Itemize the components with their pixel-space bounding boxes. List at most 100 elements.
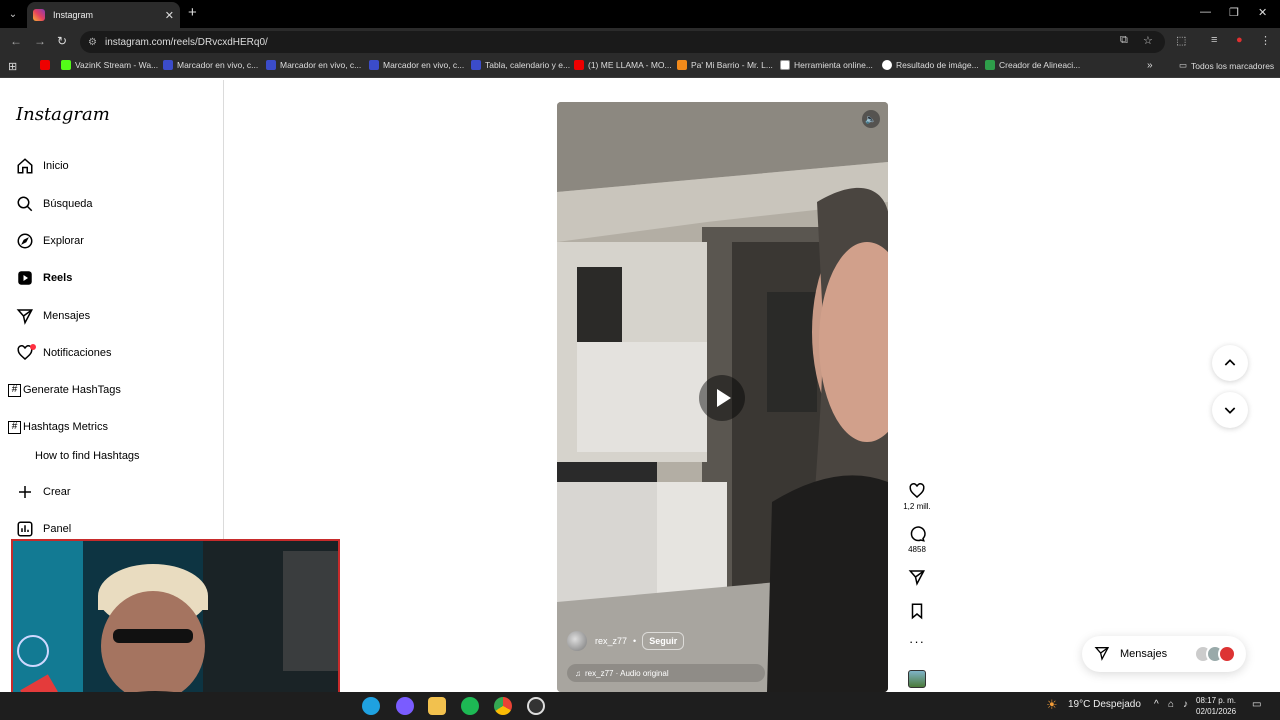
bookmark-7[interactable]: Pa' Mi Barrio - Mr. L...: [677, 60, 773, 70]
tray-chevron-icon[interactable]: ^: [1154, 699, 1159, 710]
sidebar-item-label: Búsqueda: [43, 198, 93, 210]
apps-grid-icon[interactable]: ⊞: [8, 60, 17, 73]
score-site-icon: [471, 60, 481, 70]
bookmark-5[interactable]: Tabla, calendario y e...: [471, 60, 570, 70]
hashtags-metrics-item[interactable]: # Hashtags Metrics: [8, 417, 108, 437]
like-action[interactable]: 1,2 mill.: [900, 482, 934, 511]
comment-action[interactable]: 4858: [900, 525, 934, 554]
install-app-icon[interactable]: ⧉: [1120, 34, 1128, 47]
score-site-icon: [163, 60, 173, 70]
weather-text[interactable]: 19°C Despejado: [1068, 699, 1141, 710]
tab-close-icon[interactable]: ✕: [165, 9, 174, 22]
audio-label: rex_z77 · Audio original: [585, 668, 669, 678]
reel-author: rex_z77 • Seguir: [567, 631, 685, 651]
profile-icon[interactable]: ●: [1236, 34, 1243, 46]
file-explorer-icon[interactable]: [428, 697, 446, 715]
author-avatar[interactable]: [567, 631, 587, 651]
avatar: [1218, 645, 1236, 663]
messages-label: Mensajes: [1120, 648, 1168, 660]
network-icon[interactable]: ⌂: [1168, 699, 1174, 710]
address-bar[interactable]: ⚙ instagram.com/reels/DRvcxdHERq0/: [80, 31, 1165, 53]
system-clock[interactable]: 08:17 p. m. 02/01/2026: [1196, 695, 1236, 717]
generate-hashtags-item[interactable]: # Generate HashTags: [8, 380, 121, 400]
google-icon: [882, 60, 892, 70]
reel-audio-link[interactable]: ♫ rex_z77 · Audio original: [567, 664, 765, 682]
webcam-image: [13, 541, 338, 711]
sidebar-item-label: Notificaciones: [43, 347, 112, 359]
sidebar-item-busqueda[interactable]: Búsqueda: [16, 192, 93, 216]
tab-search-button[interactable]: ⌄: [4, 5, 22, 23]
chrome-icon[interactable]: [494, 697, 512, 715]
edge-icon[interactable]: [362, 697, 380, 715]
media-controls-icon[interactable]: ≡: [1211, 34, 1217, 46]
site-info-icon[interactable]: ⚙: [88, 37, 97, 48]
send-icon: [908, 568, 926, 588]
home-icon: [16, 157, 34, 175]
bookmark-8[interactable]: Herramienta online...: [780, 60, 873, 70]
browser-tab[interactable]: Instagram ✕: [27, 2, 180, 28]
volume-icon[interactable]: ♪: [1183, 699, 1188, 710]
obs-icon[interactable]: [527, 697, 545, 715]
all-bookmarks-label: Todos los marcadores: [1191, 60, 1275, 71]
webcam-overlay: [11, 539, 340, 713]
bookmark-label: Marcador en vivo, c...: [383, 60, 465, 70]
share-action[interactable]: [900, 568, 934, 588]
follow-button[interactable]: Seguir: [642, 632, 685, 650]
more-options-icon[interactable]: ···: [900, 634, 934, 649]
audio-thumbnail[interactable]: [900, 670, 934, 688]
save-action[interactable]: [900, 602, 934, 622]
notifications-icon[interactable]: ▭: [1252, 699, 1261, 710]
sidebar-item-inicio[interactable]: Inicio: [16, 154, 69, 178]
bookmark-1[interactable]: VazinK Stream - Wa...: [61, 60, 158, 70]
sidebar-item-notificaciones[interactable]: Notificaciones: [16, 341, 111, 365]
music-note-icon: ♫: [575, 668, 581, 678]
bookmark-10[interactable]: Creador de Alineaci...: [985, 60, 1080, 70]
close-window-button[interactable]: ✕: [1258, 6, 1267, 19]
send-icon: [1094, 645, 1110, 664]
play-icon: [717, 389, 731, 407]
forward-button[interactable]: →: [34, 34, 46, 48]
how-to-find-hashtags-link[interactable]: How to find Hashtags: [35, 450, 140, 462]
bookmark-youtube[interactable]: [40, 60, 54, 70]
doc-icon: [780, 60, 790, 70]
author-username[interactable]: rex_z77: [595, 636, 627, 646]
more-bookmarks-icon[interactable]: »: [1147, 60, 1153, 71]
reel-video[interactable]: 🔈 rex_z77 • Seguir ♫ rex_z77 · Audio ori…: [557, 102, 888, 692]
play-button[interactable]: [699, 375, 745, 421]
minimize-button[interactable]: —: [1200, 6, 1211, 18]
bookmark-9[interactable]: Resultado de imáge...: [882, 60, 979, 70]
bookmark-2[interactable]: Marcador en vivo, c...: [163, 60, 258, 70]
menu-icon[interactable]: ⋮: [1260, 34, 1271, 47]
messages-pill[interactable]: Mensajes: [1082, 636, 1246, 672]
instagram-logo[interactable]: Instagram: [16, 104, 110, 125]
sidebar-item-explorar[interactable]: Explorar: [16, 229, 84, 253]
hashtag-icon: #: [8, 420, 21, 434]
mute-toggle-button[interactable]: 🔈: [862, 110, 880, 128]
sidebar-item-mensajes[interactable]: Mensajes: [16, 304, 90, 328]
next-reel-button[interactable]: [1212, 392, 1248, 428]
previous-reel-button[interactable]: [1212, 345, 1248, 381]
app-icon[interactable]: [396, 697, 414, 715]
new-tab-button[interactable]: +: [188, 5, 197, 21]
all-bookmarks-folder[interactable]: ▭ Todos los marcadores: [1179, 60, 1274, 71]
sidebar-item-crear[interactable]: Crear: [16, 480, 71, 504]
extensions-icon[interactable]: ⬚: [1176, 34, 1186, 47]
back-button[interactable]: ←: [10, 34, 22, 48]
bookmark-star-icon[interactable]: ☆: [1143, 34, 1153, 47]
bookmark-4[interactable]: Marcador en vivo, c...: [369, 60, 464, 70]
sidebar-item-panel[interactable]: Panel: [16, 517, 71, 541]
clock-time: 08:17 p. m.: [1196, 696, 1237, 705]
hashtag-icon: #: [8, 383, 21, 397]
page-scrollbar[interactable]: [1270, 80, 1280, 692]
heart-icon: [16, 344, 36, 362]
search-icon: [16, 195, 34, 213]
restore-button[interactable]: ❐: [1229, 6, 1239, 19]
bookmark-6[interactable]: (1) ME LLAMA - MO...: [574, 60, 672, 70]
chevron-up-icon: [1224, 359, 1236, 366]
spotify-icon[interactable]: [461, 697, 479, 715]
clock-date: 02/01/2026: [1196, 707, 1237, 716]
reload-button[interactable]: ↻: [57, 34, 67, 48]
windows-taskbar: ☀ 19°C Despejado ^ ⌂ ♪ 08:17 p. m. 02/01…: [0, 692, 1280, 720]
sidebar-item-reels[interactable]: Reels: [16, 266, 72, 290]
bookmark-3[interactable]: Marcador en vivo, c...: [266, 60, 361, 70]
